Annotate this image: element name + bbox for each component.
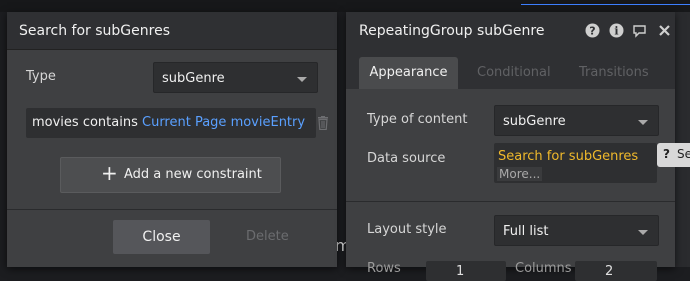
- trash-icon[interactable]: [317, 116, 329, 130]
- data-source-value[interactable]: Search for subGenres: [498, 149, 638, 164]
- rg-panel-header[interactable]: RepeatingGroup subGenre ? i: [346, 12, 675, 49]
- repeating-group-panel: RepeatingGroup subGenre ? i Appearance C…: [346, 12, 675, 281]
- section-divider: [346, 201, 675, 202]
- help-icon[interactable]: ?: [585, 23, 600, 38]
- data-source-label: Data source: [367, 151, 446, 166]
- type-of-content-label: Type of content: [367, 112, 468, 127]
- columns-label: Columns: [515, 261, 572, 276]
- rg-panel-title: RepeatingGroup subGenre: [359, 23, 545, 39]
- data-source-field[interactable]: Search for subGenres More...: [494, 143, 657, 183]
- type-of-content-value: subGenre: [503, 114, 566, 129]
- constraint-row[interactable]: movies contains Current Page movieEntry: [26, 108, 316, 138]
- search-panel-header[interactable]: Search for subGenres: [7, 12, 337, 50]
- svg-text:?: ?: [589, 25, 595, 38]
- more-button[interactable]: More...: [497, 167, 543, 181]
- top-strip: [0, 0, 690, 12]
- question-icon: ?: [663, 147, 670, 161]
- chevron-down-icon: [638, 230, 648, 235]
- svg-text:i: i: [614, 25, 618, 38]
- type-of-content-dropdown[interactable]: subGenre: [494, 105, 659, 136]
- tab-conditional[interactable]: Conditional: [477, 65, 551, 80]
- rows-input[interactable]: 1: [426, 261, 506, 281]
- close-icon[interactable]: [657, 23, 672, 38]
- close-button[interactable]: Close: [113, 220, 210, 254]
- comment-icon[interactable]: [632, 23, 647, 38]
- type-label: Type: [26, 69, 56, 84]
- footer-divider: [7, 209, 337, 210]
- delete-button[interactable]: Delete: [246, 229, 289, 244]
- help-tooltip-button[interactable]: ? Se: [657, 143, 690, 167]
- chevron-down-icon: [638, 120, 648, 125]
- rg-tabs: Appearance Conditional Transitions: [346, 49, 675, 89]
- rows-label: Rows: [367, 261, 401, 276]
- tab-appearance[interactable]: Appearance: [359, 57, 458, 89]
- search-panel-title: Search for subGenres: [19, 23, 170, 39]
- columns-input[interactable]: 2: [575, 261, 657, 281]
- tab-transitions[interactable]: Transitions: [579, 65, 649, 80]
- help-tooltip-text: Se: [677, 147, 690, 161]
- selection-line: [521, 4, 690, 5]
- canvas-edge: [675, 12, 690, 267]
- layout-style-label: Layout style: [367, 222, 447, 237]
- layout-style-value: Full list: [503, 224, 549, 239]
- plus-icon: +: [101, 161, 118, 185]
- layout-style-dropdown[interactable]: Full list: [494, 215, 659, 246]
- constraint-field: movies contains: [32, 115, 138, 130]
- type-dropdown[interactable]: subGenre: [153, 62, 318, 93]
- type-dropdown-value: subGenre: [162, 71, 225, 86]
- info-icon[interactable]: i: [609, 23, 624, 38]
- constraint-text: movies contains Current Page movieEntry: [32, 115, 305, 130]
- chevron-down-icon: [297, 77, 307, 82]
- columns-value: 2: [605, 264, 614, 279]
- rows-value: 1: [456, 264, 465, 279]
- search-panel: Search for subGenres Type subGenre movie…: [7, 12, 337, 267]
- add-constraint-button[interactable]: + Add a new constraint: [60, 157, 281, 193]
- add-constraint-label: Add a new constraint: [124, 167, 262, 182]
- constraint-value[interactable]: Current Page movieEntry: [142, 115, 305, 130]
